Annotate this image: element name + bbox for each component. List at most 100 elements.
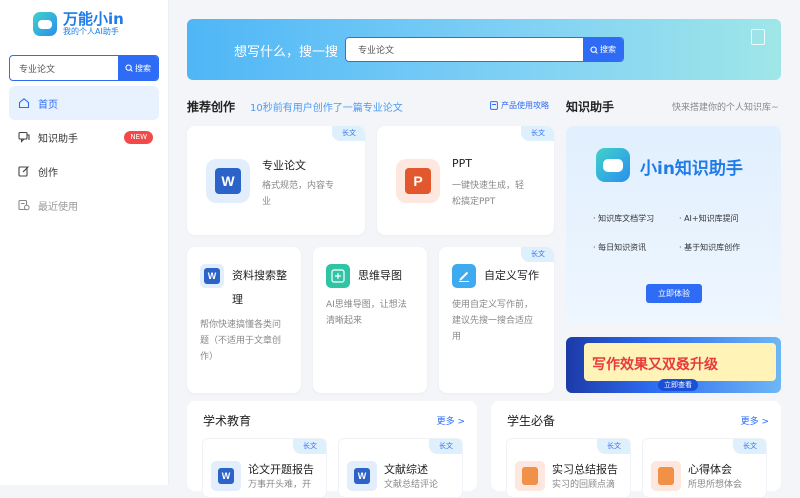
sidebar: 万能小in 我的个人AI助手 搜索 首页 知识助手 NEW 创作 最近使用 xyxy=(0,0,169,485)
banner-search-button[interactable]: 搜索 xyxy=(583,38,623,61)
long-text-tag: 长文 xyxy=(521,247,554,262)
home-icon xyxy=(18,98,30,109)
card-mindmap[interactable]: 思维导图 AI思维导图，让想法 清晰起来 xyxy=(313,247,427,393)
card-internship-report[interactable]: 长文 实习总结报告 实习的回顾点滴 xyxy=(506,438,631,498)
card-desc: 实习的回顾点滴 xyxy=(552,480,616,490)
card-desc: 使用自定义写作前， xyxy=(452,300,534,310)
document-icon xyxy=(751,29,765,45)
card-desc: 一键快速生成，轻 xyxy=(452,181,525,191)
knowledge-feature: · 知识库文档学习 xyxy=(593,214,655,223)
word-icon: W xyxy=(211,461,241,491)
section-title-knowledge: 知识助手 xyxy=(566,100,615,114)
ppt-icon: P xyxy=(396,159,440,203)
knowledge-feature: · 基于知识库创作 xyxy=(679,243,741,252)
card-desc: 所思所想体会 xyxy=(688,480,743,490)
sidebar-search-button-label: 搜索 xyxy=(135,63,151,73)
new-badge: NEW xyxy=(124,131,153,144)
recommend-activity: 10秒前有用户创作了一篇专业论文 xyxy=(250,103,403,114)
word-icon: W xyxy=(206,159,250,203)
pen-icon xyxy=(452,264,476,288)
banner-search-button-label: 搜索 xyxy=(600,45,616,54)
doc-link-icon xyxy=(490,101,498,110)
sidebar-item-label: 知识助手 xyxy=(38,133,78,145)
sidebar-search-button[interactable]: 搜索 xyxy=(118,56,158,80)
more-link[interactable]: 更多 > xyxy=(437,414,465,427)
sidebar-item-label: 创作 xyxy=(38,167,58,179)
sidebar-item-label: 最近使用 xyxy=(38,201,78,213)
card-desc: 万事开头难，开 xyxy=(248,480,312,490)
card-desc: 用 xyxy=(452,332,462,342)
card-title: 心得体会 xyxy=(688,463,732,476)
mindmap-icon xyxy=(326,264,350,288)
card-proposal[interactable]: 长文 W 论文开题报告 万事开头难，开 xyxy=(202,438,327,498)
edit-icon xyxy=(18,166,29,177)
promo-banner[interactable]: 写作效果又双叒升级 立即查看 xyxy=(566,337,781,393)
section-title-recommend: 推荐创作 xyxy=(187,100,236,114)
sidebar-item-create[interactable]: 创作 xyxy=(9,154,159,188)
sidebar-search: 搜索 xyxy=(9,55,159,81)
long-text-tag: 长文 xyxy=(293,439,326,454)
card-title: PPT xyxy=(452,157,472,170)
card-desc: 业 xyxy=(262,197,272,207)
logo-subtitle: 我的个人AI助手 xyxy=(63,27,119,36)
card-desc: 文献总结评论 xyxy=(384,480,439,490)
chat-icon xyxy=(18,131,30,143)
long-text-tag: 长文 xyxy=(597,439,630,454)
academic-section: 学术教育 更多 > 长文 W 论文开题报告 万事开头难，开 长文 W 文献综述 … xyxy=(187,401,477,498)
sidebar-item-recent[interactable]: 最近使用 xyxy=(9,188,159,222)
card-desc: 松搞定PPT xyxy=(452,197,496,207)
sidebar-search-input[interactable] xyxy=(10,56,119,80)
report-icon xyxy=(515,461,545,491)
guide-link-label: 产品使用攻略 xyxy=(501,101,549,110)
sidebar-item-home[interactable]: 首页 xyxy=(9,86,159,120)
report-icon xyxy=(651,461,681,491)
try-now-button[interactable]: 立即体验 xyxy=(646,284,702,303)
card-reflection[interactable]: 长文 心得体会 所思所想体会 xyxy=(642,438,767,498)
robot-logo-icon xyxy=(596,148,630,182)
card-title: 思维导图 xyxy=(358,269,402,282)
banner-search-input[interactable] xyxy=(346,38,584,61)
card-desc: 题（不适用于文章创 xyxy=(200,336,282,346)
robot-logo-icon xyxy=(33,12,57,36)
card-title: 专业论文 xyxy=(262,159,306,172)
banner-prompt: 想写什么，搜一搜 xyxy=(234,45,339,60)
logo-title: 万能小in xyxy=(63,10,124,28)
card-desc: AI思维导图，让想法 xyxy=(326,300,407,310)
card-title: 文献综述 xyxy=(384,463,428,476)
card-research[interactable]: W 资料搜索整 理 帮你快速搞懂各类问 题（不适用于文章创 作） xyxy=(187,247,301,393)
history-icon xyxy=(18,199,30,211)
promo-text: 写作效果又双叒升级 xyxy=(592,357,718,373)
card-desc: 帮你快速搞懂各类问 xyxy=(200,320,282,330)
knowledge-feature: · 每日知识资讯 xyxy=(593,243,647,252)
app-logo[interactable]: 万能小in 我的个人AI助手 xyxy=(33,11,124,37)
word-icon: W xyxy=(200,264,224,288)
card-custom-writing[interactable]: 长文 自定义写作 使用自定义写作前， 建议先搜一搜合适应 用 xyxy=(439,247,554,393)
sidebar-item-label: 首页 xyxy=(38,99,58,111)
banner-search: 搜索 xyxy=(345,37,624,62)
long-text-tag: 长文 xyxy=(521,126,554,141)
search-icon xyxy=(125,64,133,72)
section-title-student: 学生必备 xyxy=(507,414,556,428)
long-text-tag: 长文 xyxy=(429,439,462,454)
card-title: 自定义写作 xyxy=(484,269,539,282)
long-text-tag: 长文 xyxy=(332,126,365,141)
card-title: 理 xyxy=(232,293,243,306)
card-desc: 清晰起来 xyxy=(326,316,363,326)
long-text-tag: 长文 xyxy=(733,439,766,454)
sidebar-item-knowledge[interactable]: 知识助手 NEW xyxy=(9,120,159,154)
word-icon: W xyxy=(347,461,377,491)
section-title-academic: 学术教育 xyxy=(203,414,252,428)
card-desc: 建议先搜一搜合适应 xyxy=(452,316,534,326)
card-literature-review[interactable]: 长文 W 文献综述 文献总结评论 xyxy=(338,438,463,498)
guide-link[interactable]: 产品使用攻略 xyxy=(490,100,549,111)
card-ppt[interactable]: 长文 P PPT 一键快速生成，轻 松搞定PPT xyxy=(377,126,554,235)
card-professional-paper[interactable]: 长文 W 专业论文 格式规范，内容专 业 xyxy=(187,126,365,235)
promo-view-button[interactable]: 立即查看 xyxy=(658,379,698,391)
card-desc: 作） xyxy=(200,352,219,362)
search-banner: 想写什么，搜一搜 搜索 xyxy=(187,19,781,80)
search-icon xyxy=(590,45,598,54)
card-desc: 格式规范，内容专 xyxy=(262,181,335,191)
student-section: 学生必备 更多 > 长文 实习总结报告 实习的回顾点滴 长文 心得体会 所思所想… xyxy=(491,401,781,498)
knowledge-subtitle: 快来搭建你的个人知识库~ xyxy=(672,103,779,113)
more-link[interactable]: 更多 > xyxy=(741,414,769,427)
